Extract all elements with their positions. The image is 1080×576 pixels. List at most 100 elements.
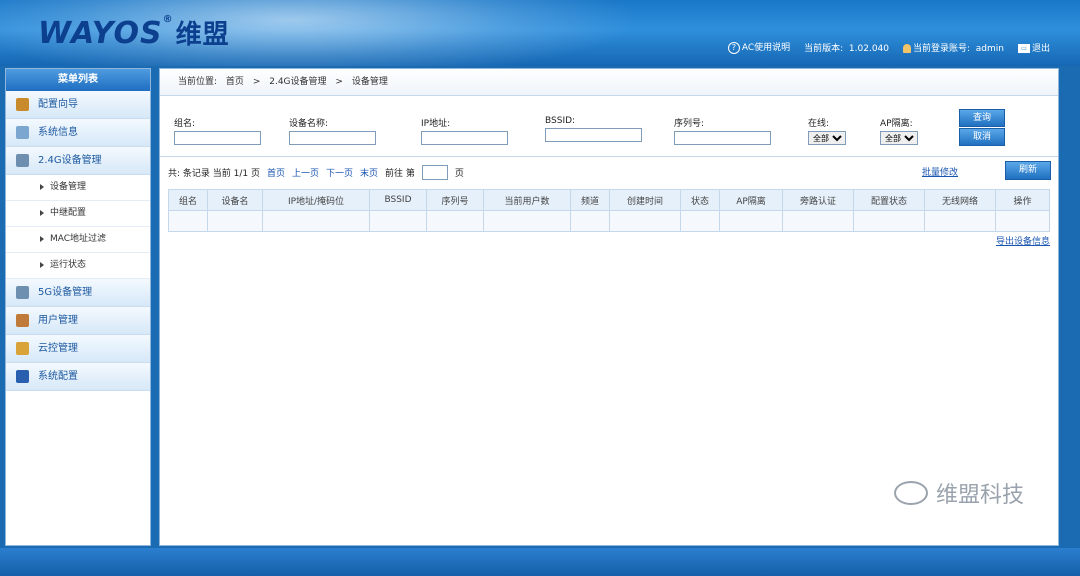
sidebar-title: 菜单列表 (6, 69, 150, 91)
user-icon (903, 43, 911, 53)
sidebar: 菜单列表 配置向导 系统信息 2.4G设备管理 设备管理 中继配置 MAC地址过… (5, 68, 151, 546)
account-label: 当前登录账号: (913, 43, 971, 54)
group-input[interactable] (174, 131, 261, 145)
column-header: AP隔离 (719, 189, 783, 211)
device-icon (16, 154, 29, 167)
breadcrumb-level1[interactable]: 2.4G设备管理 (269, 77, 326, 87)
sidebar-item-5g[interactable]: 5G设备管理 (6, 279, 150, 307)
sidebar-item-label: 系统信息 (38, 127, 78, 138)
user-icon (16, 314, 29, 327)
ip-label: IP地址: (421, 119, 451, 129)
cancel-button[interactable]: 取消 (959, 128, 1005, 146)
serial-field: 序列号: (674, 116, 771, 145)
table-cell (995, 210, 1050, 232)
help-icon: ? (727, 42, 740, 54)
version-value: 1.02.040 (848, 43, 889, 54)
table-cell (570, 210, 610, 232)
arrow-right-icon (40, 235, 44, 242)
goto-label: 前往 第 (385, 169, 415, 179)
breadcrumb-sep: > (335, 77, 343, 87)
page-unit-label: 页 (454, 169, 464, 179)
table-cell (369, 210, 427, 232)
device-icon (16, 286, 29, 299)
main-panel: 当前位置: 首页 > 2.4G设备管理 > 设备管理 组名: 设备名称: IP地… (159, 68, 1059, 546)
column-header: 创建时间 (609, 189, 681, 211)
column-header: 无线网络 (924, 189, 996, 211)
last-page-link[interactable]: 末页 (360, 166, 378, 179)
next-page-link[interactable]: 下一页 (326, 166, 353, 179)
table-cell (426, 210, 484, 232)
group-label: 组名: (174, 119, 196, 129)
logo-text: WAYOS (38, 16, 163, 51)
sidebar-item-cloud[interactable]: 云控管理 (6, 335, 150, 363)
device-table: 组名 设备名 IP地址/掩码位 BSSID 序列号 当前用户数 频道 创建时间 … (168, 189, 1050, 232)
table-cell (853, 210, 925, 232)
table-cell (924, 210, 996, 232)
sidebar-item-label: 系统配置 (38, 371, 78, 382)
online-field: 在线: 全部 (808, 116, 846, 145)
online-label: 在线: (808, 119, 830, 129)
arrow-right-icon (40, 261, 44, 268)
breadcrumb-sep: > (252, 77, 261, 87)
column-header: IP地址/掩码位 (262, 189, 370, 211)
column-header: 状态 (680, 189, 720, 211)
watermark: 维盟科技 (893, 477, 1024, 509)
subitem-label: 中继配置 (50, 208, 87, 218)
bssid-field: BSSID: (545, 116, 642, 142)
filter-row: 组名: 设备名称: IP地址: BSSID: 序列号: 在线: 全部 AP隔离: 全… (160, 96, 1058, 157)
column-header: 序列号 (426, 189, 484, 211)
table-row (168, 210, 1050, 232)
ap-isolation-select[interactable]: 全部 (880, 131, 918, 145)
logo: WAYOS®维盟 (38, 14, 230, 51)
sidebar-item-sysconfig[interactable]: 系统配置 (6, 363, 150, 391)
table-cell (719, 210, 783, 232)
refresh-button[interactable]: 刷新 (1005, 161, 1051, 180)
prev-page-link[interactable]: 上一页 (292, 166, 319, 179)
column-header: BSSID (369, 189, 427, 211)
ip-input[interactable] (421, 131, 508, 145)
logo-cn: 维盟 (175, 20, 230, 50)
column-header: 旁路认证 (782, 189, 854, 211)
table-header-row: 组名 设备名 IP地址/掩码位 BSSID 序列号 当前用户数 频道 创建时间 … (168, 189, 1050, 211)
table-cell (207, 210, 263, 232)
version-label: 当前版本: (804, 43, 844, 54)
subitem-mac-filter[interactable]: MAC地址过滤 (6, 227, 150, 253)
sidebar-item-label: 配置向导 (38, 99, 78, 110)
device-name-input[interactable] (289, 131, 376, 145)
info-icon (16, 126, 29, 139)
toolbar: 共: 条记录 当前 1/1 页 首页 上一页 下一页 末页 前往 第 页 批量修… (160, 157, 1058, 183)
breadcrumb-home[interactable]: 首页 (226, 77, 244, 87)
breadcrumb-level2: 设备管理 (351, 77, 388, 87)
serial-input[interactable] (674, 131, 771, 145)
subitem-device-manage[interactable]: 设备管理 (6, 175, 150, 201)
sidebar-item-sysinfo[interactable]: 系统信息 (6, 119, 150, 147)
account-info: 当前登录账号: admin (903, 41, 1004, 54)
account-value: admin (975, 43, 1004, 54)
ip-field: IP地址: (421, 116, 508, 145)
arrow-right-icon (40, 209, 44, 216)
table-cell (483, 210, 571, 232)
first-page-link[interactable]: 首页 (267, 166, 285, 179)
query-button[interactable]: 查询 (959, 109, 1005, 127)
column-header: 当前用户数 (483, 189, 571, 211)
table-cell (609, 210, 681, 232)
sidebar-item-wizard[interactable]: 配置向导 (6, 91, 150, 119)
sidebar-item-24g[interactable]: 2.4G设备管理 (6, 147, 150, 175)
logout-link[interactable]: ▭ 退出 (1017, 41, 1050, 54)
sidebar-item-users[interactable]: 用户管理 (6, 307, 150, 335)
help-link[interactable]: ? AC使用说明 (727, 40, 791, 54)
subitem-label: MAC地址过滤 (50, 234, 107, 244)
help-label: AC使用说明 (741, 43, 791, 53)
page-number-input[interactable] (421, 165, 448, 180)
column-header: 设备名 (207, 189, 263, 211)
export-device-info-link[interactable]: 导出设备信息 (996, 234, 1050, 247)
bssid-input[interactable] (545, 128, 642, 142)
subitem-label: 运行状态 (50, 260, 87, 270)
online-select[interactable]: 全部 (808, 131, 846, 145)
table-cell (680, 210, 720, 232)
subitem-run-status[interactable]: 运行状态 (6, 253, 150, 279)
batch-edit-link[interactable]: 批量修改 (922, 165, 958, 178)
subitem-relay-config[interactable]: 中继配置 (6, 201, 150, 227)
sidebar-item-label: 云控管理 (38, 343, 78, 354)
header: WAYOS®维盟 ? AC使用说明 当前版本: 1.02.040 当前登录账号: … (0, 0, 1080, 66)
